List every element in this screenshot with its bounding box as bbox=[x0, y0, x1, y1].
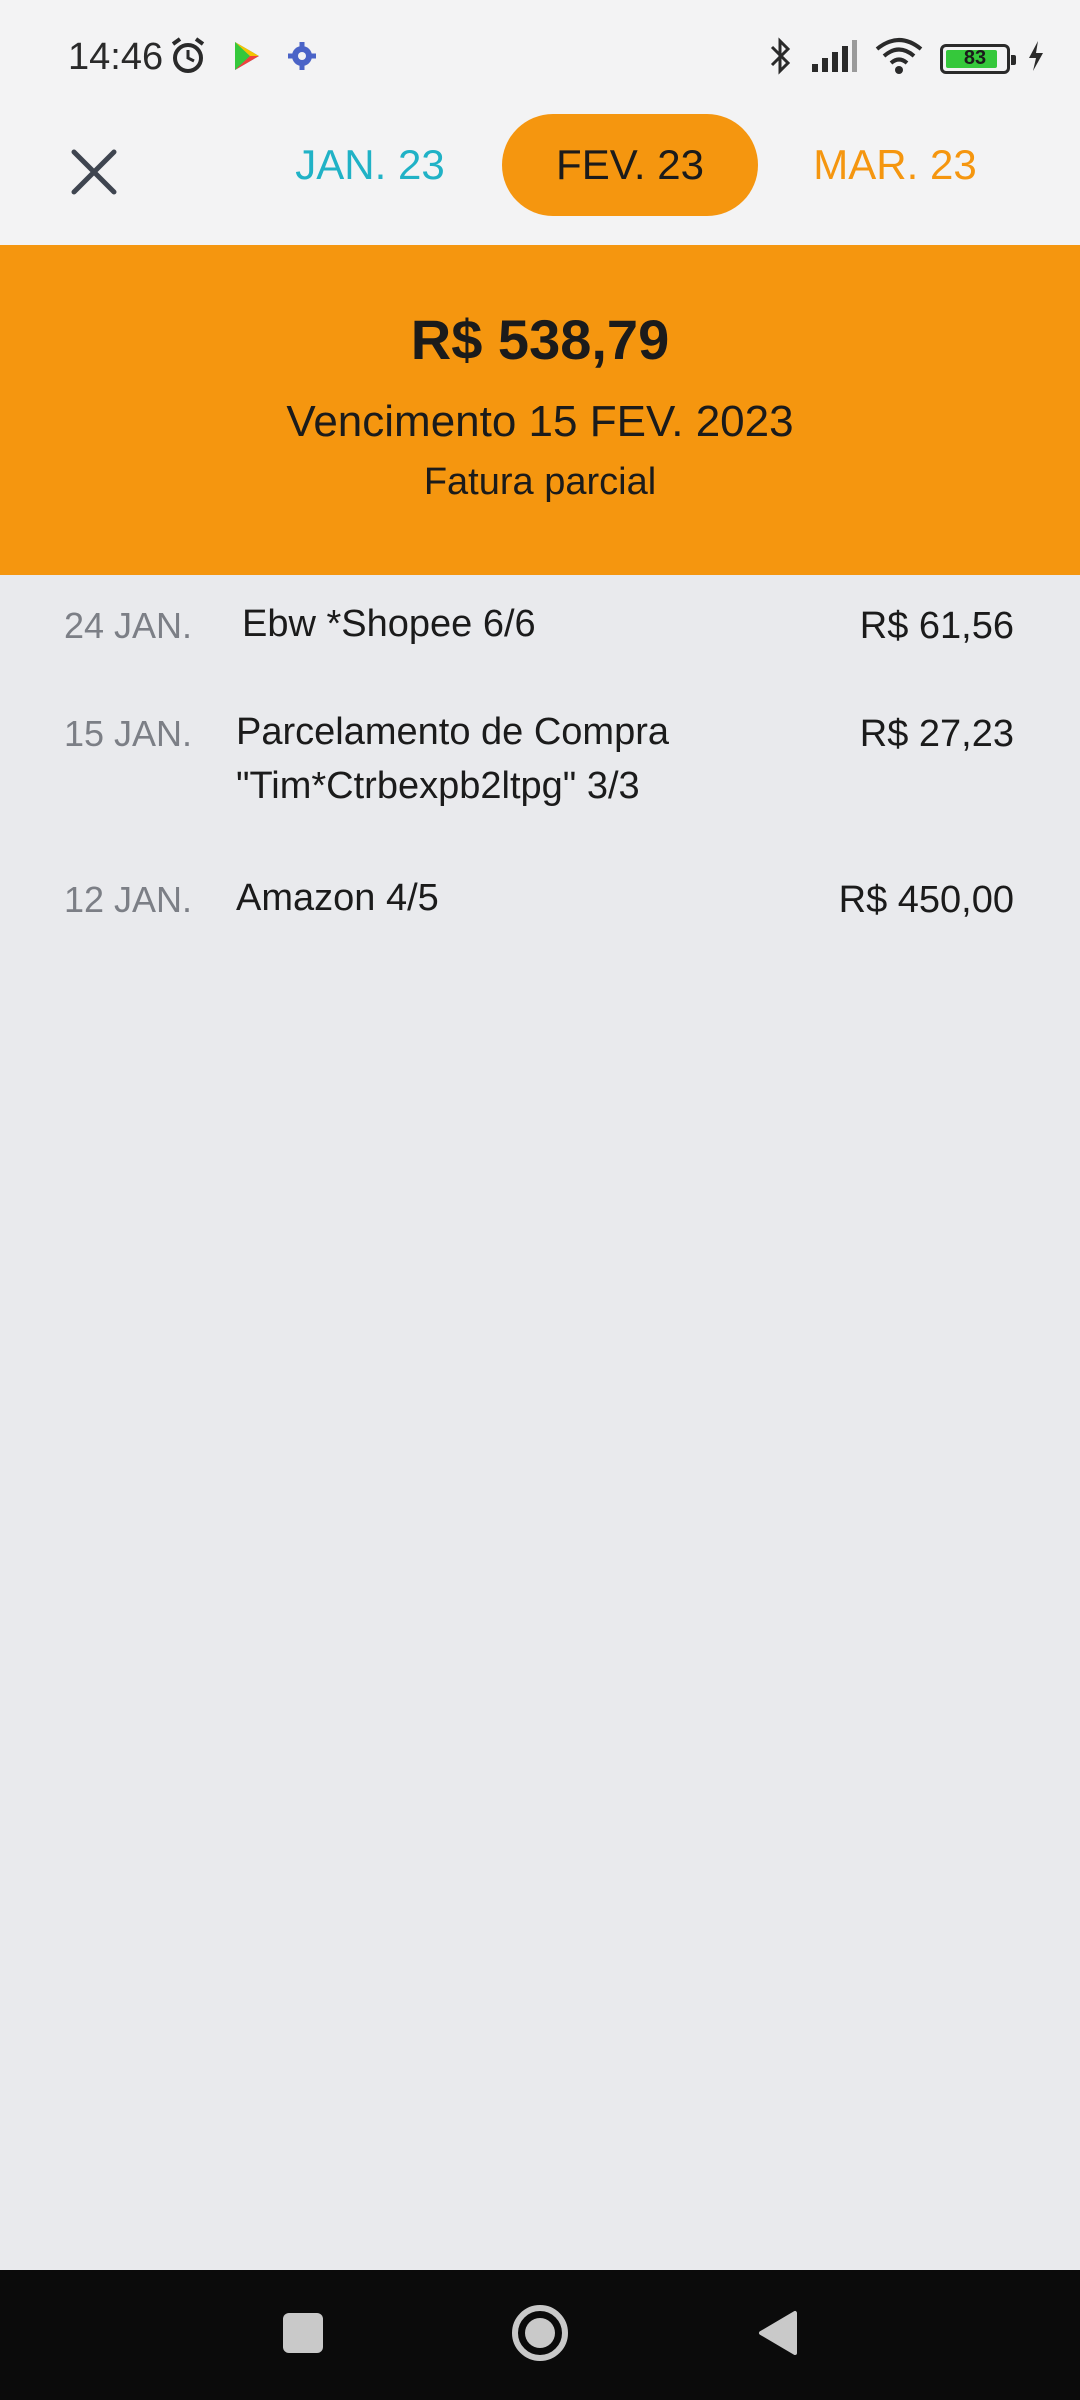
transaction-amount: R$ 27,23 bbox=[859, 713, 1014, 755]
bill-amount: R$ 538,79 bbox=[410, 308, 670, 371]
status-left-icons bbox=[168, 36, 318, 81]
list-item[interactable]: 24 JAN. Ebw *Shopee 6/6 R$ 61,56 bbox=[0, 575, 1080, 683]
app: 14:46 83 JAN. 23 FEV. 23 MAR. 23 R$ 538,… bbox=[0, 0, 1080, 2400]
due-date: Vencimento 15 FEV. 2023 bbox=[286, 397, 794, 446]
recents-button[interactable] bbox=[268, 2300, 338, 2370]
home-button[interactable] bbox=[505, 2300, 575, 2370]
home-circle-icon bbox=[510, 2303, 570, 2368]
transaction-description-line: "Tim*Ctrbexpb2ltpg" 3/3 bbox=[236, 765, 640, 807]
transaction-date: 15 JAN. bbox=[64, 713, 193, 754]
status-time: 14:46 bbox=[68, 36, 164, 78]
system-nav-bar bbox=[0, 2270, 1080, 2400]
close-button[interactable] bbox=[62, 142, 126, 206]
settings-icon bbox=[286, 40, 318, 77]
bill-status: Fatura parcial bbox=[423, 461, 657, 503]
bluetooth-icon bbox=[768, 36, 794, 81]
battery-tip bbox=[1011, 54, 1016, 65]
tab-next-month[interactable]: MAR. 23 bbox=[790, 114, 1000, 216]
list-item[interactable]: 15 JAN. Parcelamento de Compra "Tim*Ctrb… bbox=[0, 683, 1080, 849]
transaction-date: 12 JAN. bbox=[64, 879, 193, 920]
tab-previous-month[interactable]: JAN. 23 bbox=[270, 114, 470, 216]
status-right-icons: 83 bbox=[768, 36, 1046, 81]
bill-summary: R$ 538,79 Vencimento 15 FEV. 2023 Fatura… bbox=[0, 245, 1080, 575]
signal-icon bbox=[810, 38, 858, 79]
transaction-description-line: Parcelamento de Compra bbox=[236, 711, 669, 753]
transaction-description: Amazon 4/5 bbox=[236, 877, 439, 919]
transaction-description: Parcelamento de Compra "Tim*Ctrbexpb2ltp… bbox=[236, 705, 669, 813]
transaction-list: 24 JAN. Ebw *Shopee 6/6 R$ 61,56 15 JAN.… bbox=[0, 575, 1080, 957]
battery-icon: 83 bbox=[940, 43, 1016, 74]
status-bar: 14:46 83 bbox=[0, 0, 1080, 110]
transaction-description: Ebw *Shopee 6/6 bbox=[242, 603, 536, 645]
transaction-date: 24 JAN. bbox=[64, 605, 193, 646]
alarm-icon bbox=[168, 36, 208, 81]
tab-current-month[interactable]: FEV. 23 bbox=[502, 114, 758, 216]
play-store-icon bbox=[232, 40, 262, 77]
wifi-icon bbox=[874, 37, 924, 80]
back-triangle-icon bbox=[755, 2309, 799, 2362]
transaction-amount: R$ 450,00 bbox=[838, 879, 1014, 921]
square-icon bbox=[281, 2311, 325, 2360]
list-item[interactable]: 12 JAN. Amazon 4/5 R$ 450,00 bbox=[0, 849, 1080, 957]
month-navigation: JAN. 23 FEV. 23 MAR. 23 bbox=[0, 110, 1080, 245]
battery-level: 83 bbox=[963, 47, 987, 69]
charging-icon bbox=[1026, 39, 1046, 78]
close-icon bbox=[70, 148, 118, 201]
transaction-amount: R$ 61,56 bbox=[859, 605, 1014, 647]
back-button[interactable] bbox=[742, 2300, 812, 2370]
